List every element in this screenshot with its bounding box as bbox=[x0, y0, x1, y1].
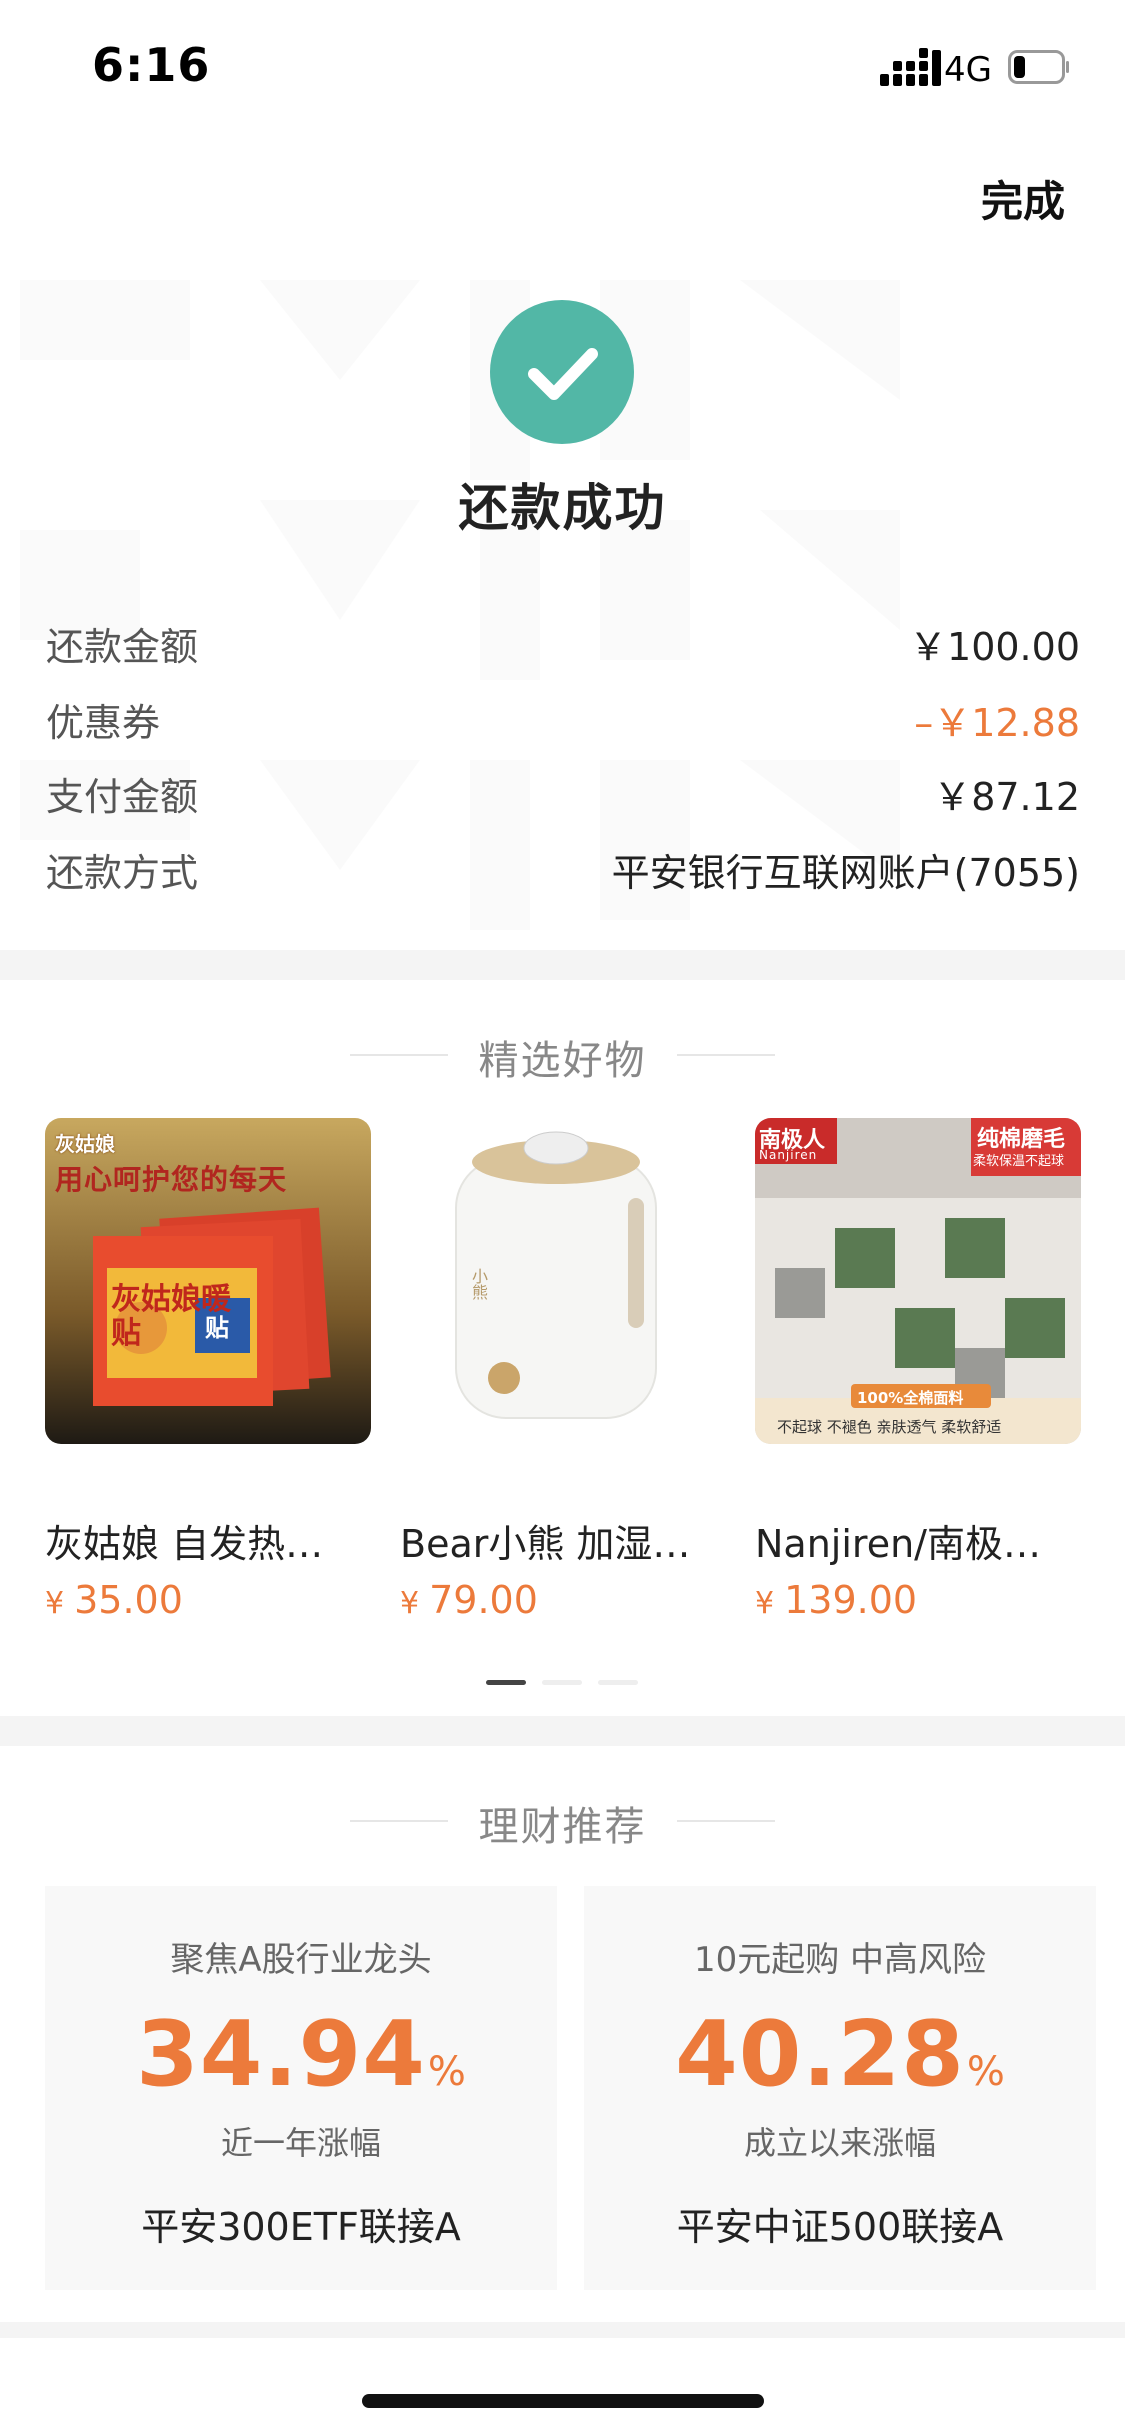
detail-value: 平安银行互联网账户(7055) bbox=[611, 851, 1080, 895]
done-button[interactable]: 完成 bbox=[981, 168, 1065, 229]
divider-line bbox=[677, 1054, 775, 1056]
product-image[interactable]: 灰姑娘 用心呵护您的每天 灰姑娘暖贴 贴 bbox=[45, 1118, 371, 1444]
brand-logo-text: 灰姑娘 bbox=[55, 1132, 115, 1156]
detail-row-paid: 支付金额 ￥87.12 bbox=[46, 766, 1080, 826]
brand-logo-text: 小熊 bbox=[469, 1268, 488, 1300]
goods-price: ¥139.00 bbox=[755, 1578, 918, 1622]
finance-section-header: 理财推荐 bbox=[0, 1786, 1125, 1856]
pager-dot[interactable] bbox=[542, 1680, 582, 1685]
network-type: 4G bbox=[944, 50, 992, 90]
divider-line bbox=[677, 1820, 775, 1822]
fund-card[interactable]: 10元起购 中高风险 40.28% 成立以来涨幅 平安中证500联接A bbox=[584, 1886, 1096, 2290]
section-divider bbox=[0, 2322, 1125, 2338]
fund-name: 平安300ETF联接A bbox=[141, 2205, 461, 2249]
goods-price: ¥35.00 bbox=[45, 1578, 183, 1622]
finance-section-title: 理财推荐 bbox=[478, 1804, 647, 1850]
goods-section-header: 精选好物 bbox=[0, 1020, 1125, 1090]
detail-value: ￥87.12 bbox=[933, 775, 1080, 819]
goods-name[interactable]: Nanjiren/南极… bbox=[755, 1513, 1095, 1568]
success-title: 还款成功 bbox=[458, 479, 667, 537]
pager-dot[interactable] bbox=[598, 1680, 638, 1685]
product-image[interactable]: 南极人 Nanjiren 纯棉磨毛 柔软保温不起球 100%全棉面料 不起球 不… bbox=[755, 1118, 1081, 1444]
fund-rate: 34.94% bbox=[136, 2002, 466, 2107]
detail-label: 还款方式 bbox=[46, 851, 199, 895]
section-divider bbox=[0, 950, 1125, 980]
fund-name: 平安中证500联接A bbox=[676, 2205, 1004, 2249]
fund-description: 聚焦A股行业龙头 bbox=[170, 1940, 432, 1980]
brand-logo-en: Nanjiren bbox=[759, 1148, 818, 1162]
goods-item[interactable]: 小熊 Bear小熊 加湿… ¥79.00 bbox=[400, 1118, 726, 1622]
product-image[interactable]: 小熊 bbox=[400, 1118, 726, 1444]
detail-label: 优惠券 bbox=[46, 701, 161, 745]
signal-icon bbox=[880, 48, 941, 86]
feature-label: 不起球 不褪色 亲肤透气 柔软舒适 bbox=[777, 1418, 1002, 1436]
fund-rate: 40.28% bbox=[675, 2002, 1005, 2107]
detail-row-coupon: 优惠券 –￥12.88 bbox=[46, 692, 1080, 752]
goods-item[interactable]: 南极人 Nanjiren 纯棉磨毛 柔软保温不起球 100%全棉面料 不起球 不… bbox=[755, 1118, 1081, 1622]
fund-description: 10元起购 中高风险 bbox=[693, 1940, 987, 1980]
detail-label: 还款金额 bbox=[46, 625, 199, 669]
section-divider bbox=[0, 1716, 1125, 1746]
badge-text: 纯棉磨毛 bbox=[977, 1127, 1066, 1152]
goods-name[interactable]: 灰姑娘 自发热… bbox=[45, 1513, 385, 1568]
battery-icon bbox=[1008, 50, 1069, 84]
pager-dot[interactable] bbox=[486, 1680, 526, 1685]
fabric-label: 100%全棉面料 bbox=[857, 1389, 964, 1407]
carousel-pager bbox=[486, 1680, 646, 1686]
status-bar: 6:16 4G bbox=[0, 0, 1125, 132]
detail-row-amount: 还款金额 ￥100.00 bbox=[46, 616, 1080, 676]
goods-name[interactable]: Bear小熊 加湿… bbox=[400, 1513, 740, 1568]
fund-rate-label: 成立以来涨幅 bbox=[743, 2124, 936, 2162]
detail-value: –￥12.88 bbox=[914, 701, 1080, 745]
home-indicator[interactable] bbox=[362, 2394, 764, 2408]
detail-label: 支付金额 bbox=[46, 775, 199, 819]
goods-section-title: 精选好物 bbox=[478, 1038, 647, 1084]
patch-label: 贴 bbox=[205, 1314, 229, 1342]
payment-result-screen: 6:16 4G 完成 还款成功 还款金额 ￥100.00 优惠券 –￥12.88… bbox=[0, 0, 1125, 2436]
detail-row-method: 还款方式 平安银行互联网账户(7055) bbox=[46, 842, 1080, 902]
detail-value: ￥100.00 bbox=[909, 625, 1080, 669]
status-time: 6:16 bbox=[92, 38, 211, 92]
fund-rate-label: 近一年涨幅 bbox=[220, 2124, 381, 2162]
goods-price: ¥79.00 bbox=[400, 1578, 538, 1622]
goods-item[interactable]: 灰姑娘 用心呵护您的每天 灰姑娘暖贴 贴 灰姑娘 自发热… ¥35.00 bbox=[45, 1118, 371, 1622]
slogan-text: 用心呵护您的每天 bbox=[55, 1163, 288, 1196]
fund-card[interactable]: 聚焦A股行业龙头 34.94% 近一年涨幅 平安300ETF联接A bbox=[45, 1886, 557, 2290]
success-check-icon bbox=[490, 300, 634, 444]
badge-subtext: 柔软保温不起球 bbox=[973, 1154, 1065, 1169]
